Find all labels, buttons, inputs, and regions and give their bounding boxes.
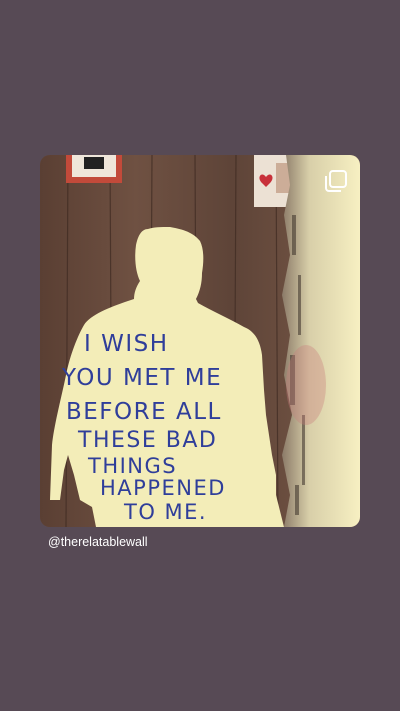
handwritten-line-4: THESE BAD [77, 428, 217, 453]
torn-paper-strip [282, 155, 360, 527]
username-mention[interactable]: @therelatablewall [48, 535, 148, 549]
handwritten-line-2: YOU MET ME [61, 365, 222, 391]
handwritten-line-3: BEFORE ALL [66, 399, 222, 425]
post-image-card[interactable]: I WISH YOU MET ME BEFORE ALL THESE BAD T… [40, 155, 360, 527]
handwritten-line-7: TO ME. [123, 500, 207, 524]
handwritten-line-6: HAPPENED [100, 476, 226, 500]
multiple-photos-icon [325, 170, 347, 192]
post-image: I WISH YOU MET ME BEFORE ALL THESE BAD T… [40, 155, 360, 527]
sticker-top-left [66, 155, 122, 183]
handwritten-line-5: THINGS [87, 454, 177, 478]
pink-stain [286, 345, 326, 425]
handwritten-line-1: I WISH [84, 331, 169, 357]
